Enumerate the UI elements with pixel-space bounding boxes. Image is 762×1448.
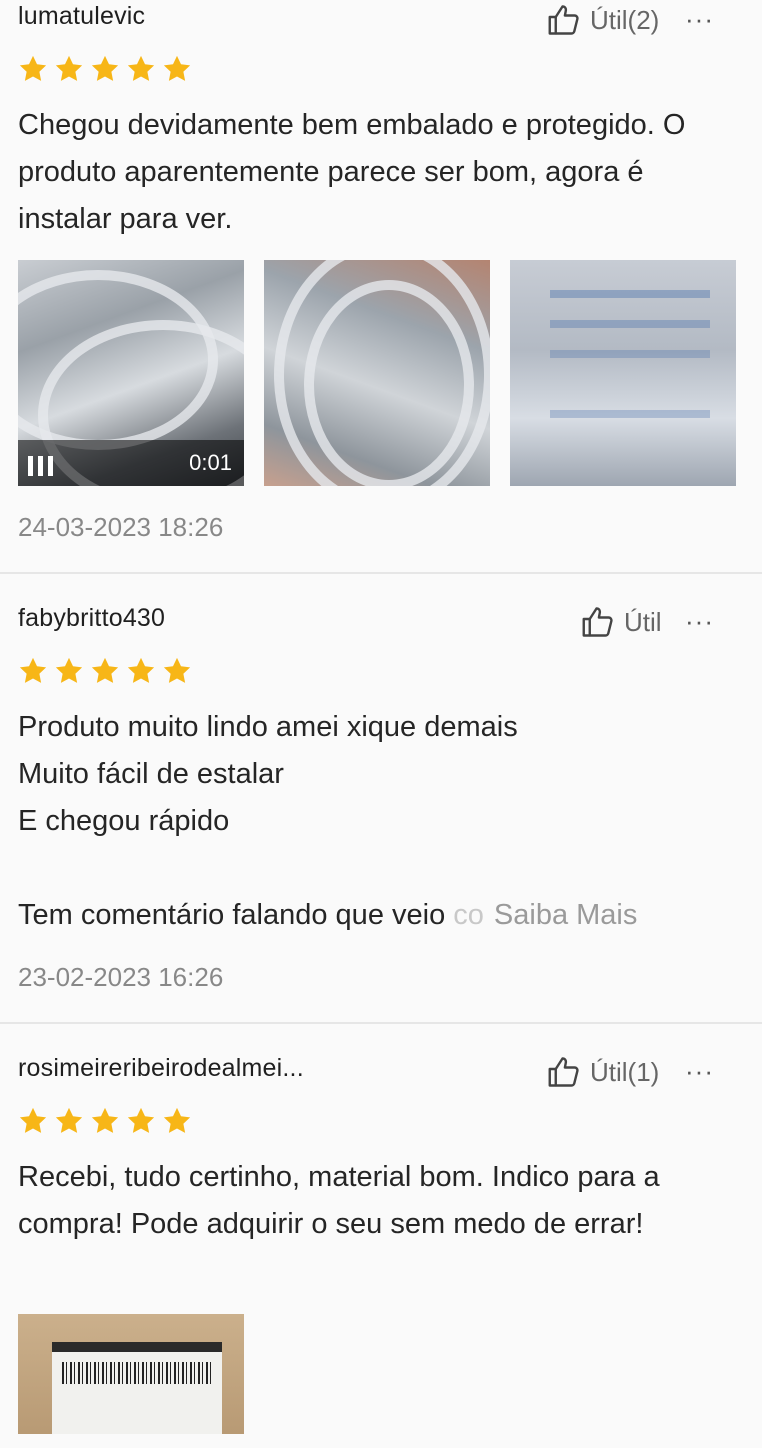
review-date: 23-02-2023 16:26 — [18, 962, 224, 992]
star-icon — [163, 657, 191, 683]
star-icon — [127, 1107, 155, 1133]
useful-count: Útil — [624, 606, 662, 637]
reviewer-username: rosimeireribeirodealmei... — [18, 1054, 304, 1082]
star-icon — [19, 1107, 47, 1133]
useful-count: Útil(1) — [590, 1056, 660, 1087]
reviewer-username: lumatulevic — [18, 2, 146, 30]
star-rating — [18, 656, 192, 686]
review-item: rosimeireribeirodealmei... Útil(1) ··· R… — [0, 1022, 762, 1448]
star-icon — [163, 1107, 191, 1133]
review-header: fabybritto430 Útil ··· — [18, 602, 744, 642]
review-item: fabybritto430 Útil ··· Produto muito lin… — [0, 572, 762, 1022]
hose-coil — [304, 280, 474, 486]
useful-button[interactable]: Útil(1) — [546, 1054, 659, 1090]
thumbs-up-icon — [548, 5, 579, 35]
star-icon — [19, 657, 47, 683]
photo-thumbnail[interactable] — [264, 260, 490, 486]
star-icon — [163, 55, 191, 81]
review-text-fade: co — [453, 899, 484, 931]
review-media — [18, 1314, 244, 1434]
video-duration: 0:01 — [189, 450, 232, 475]
more-options-icon[interactable]: ··· — [685, 606, 714, 637]
star-icon — [91, 55, 119, 81]
star-icon — [91, 1107, 119, 1133]
thumbs-up-icon — [582, 607, 613, 637]
review-item: lumatulevic Útil(2) ··· Chegou devidamen… — [0, 0, 762, 572]
star-icon — [55, 657, 83, 683]
star-icon — [55, 1107, 83, 1133]
star-rating — [18, 54, 192, 84]
more-options-icon[interactable]: ··· — [685, 1056, 714, 1087]
review-text: Produto muito lindo amei xique demais Mu… — [18, 704, 744, 939]
package-print — [550, 290, 710, 298]
star-icon — [127, 657, 155, 683]
shipping-label — [52, 1342, 222, 1434]
review-header: rosimeireribeirodealmei... Útil(1) ··· — [18, 1052, 744, 1092]
star-icon — [55, 55, 83, 81]
useful-button[interactable]: Útil(2) — [546, 2, 659, 38]
star-icon — [91, 657, 119, 683]
star-icon — [127, 55, 155, 81]
review-date: 24-03-2023 18:26 — [18, 512, 224, 542]
star-rating — [18, 1106, 192, 1136]
read-more-link[interactable]: Saiba Mais — [494, 899, 637, 931]
review-text: Chegou devidamente bem embalado e proteg… — [18, 109, 686, 235]
useful-count: Útil(2) — [590, 4, 660, 35]
review-media: 0:01 — [18, 260, 736, 486]
review-text: Recebi, tudo certinho, material bom. Ind… — [18, 1161, 660, 1240]
more-options-icon[interactable]: ··· — [685, 4, 714, 35]
photo-thumbnail[interactable] — [510, 260, 736, 486]
photo-thumbnail[interactable] — [18, 1314, 244, 1434]
review-header: lumatulevic Útil(2) ··· — [18, 0, 744, 40]
review-text-content: Produto muito lindo amei xique demais Mu… — [18, 711, 518, 931]
video-thumbnail[interactable]: 0:01 — [18, 260, 244, 486]
reviewer-username: fabybritto430 — [18, 604, 166, 632]
thumbs-up-icon — [548, 1057, 579, 1087]
useful-button[interactable]: Útil — [580, 604, 662, 640]
barcode — [62, 1362, 212, 1384]
video-icon — [28, 456, 53, 476]
star-icon — [19, 55, 47, 81]
